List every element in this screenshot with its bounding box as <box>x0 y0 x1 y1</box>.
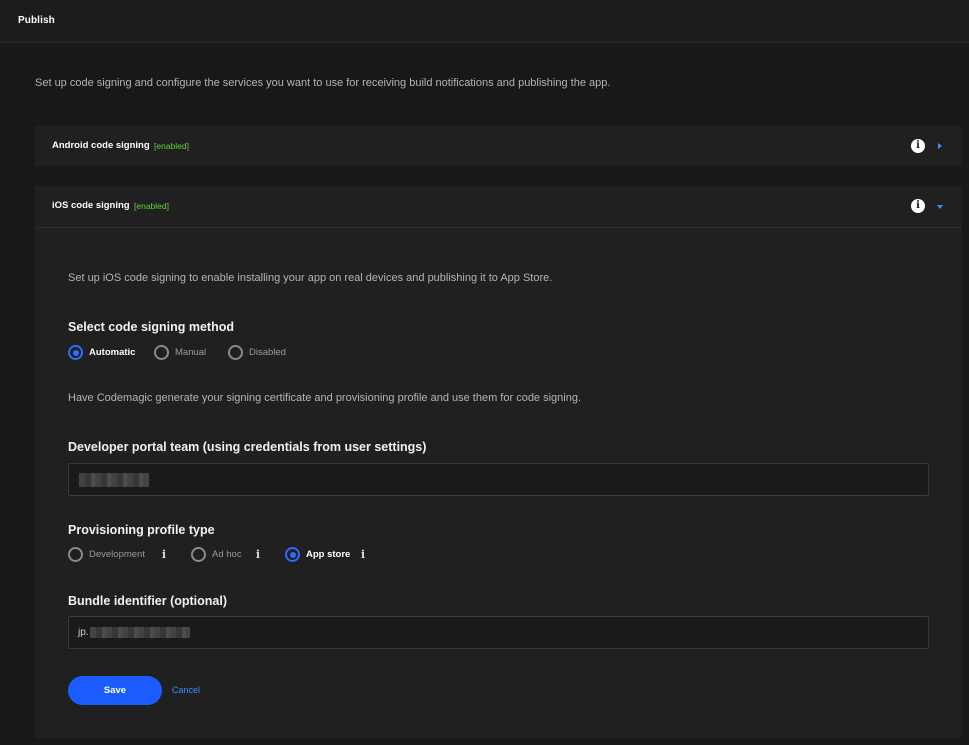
page-title: Publish <box>18 15 55 26</box>
signing-method-label: Select code signing method <box>68 320 234 334</box>
radio-button-icon <box>154 345 169 360</box>
ios-card-header[interactable]: iOS code signing [enabled] i <box>35 186 962 228</box>
radio-button-icon <box>191 547 206 562</box>
developer-team-select[interactable] <box>68 463 929 496</box>
profile-type-label: Provisioning profile type <box>68 523 215 537</box>
info-icon[interactable]: i <box>253 547 263 563</box>
radio-label: Automatic <box>89 347 136 358</box>
chevron-right-icon[interactable] <box>938 143 942 149</box>
radio-button-icon <box>285 547 300 562</box>
info-icon[interactable]: i <box>911 139 925 153</box>
radio-label: Disabled <box>249 347 286 358</box>
redacted-value <box>90 627 190 638</box>
bundle-identifier-input[interactable]: jp. <box>68 616 929 649</box>
radio-label: App store <box>306 549 351 560</box>
radio-button-icon <box>228 345 243 360</box>
redacted-value <box>79 473 149 487</box>
ios-enabled-badge: [enabled] <box>134 201 169 211</box>
ios-code-signing-card: iOS code signing [enabled] i Set up iOS … <box>35 186 962 738</box>
bundle-label: Bundle identifier (optional) <box>68 594 228 608</box>
profile-type-radio-group: Development i Ad hoc i App store i <box>68 547 388 563</box>
team-label: Developer portal team (using credentials… <box>68 440 427 454</box>
chevron-down-icon[interactable] <box>937 205 943 209</box>
info-icon[interactable]: i <box>159 547 169 563</box>
radio-label: Ad hoc <box>212 549 242 560</box>
save-button[interactable]: Save <box>68 676 162 705</box>
info-icon[interactable]: i <box>358 547 368 563</box>
radio-label: Manual <box>175 347 207 358</box>
method-description: Have Codemagic generate your signing cer… <box>68 392 582 404</box>
radio-label: Development <box>89 549 145 560</box>
radio-button-icon <box>68 345 83 360</box>
ios-description: Set up iOS code signing to enable instal… <box>68 272 553 284</box>
radio-button-icon <box>68 547 83 562</box>
bundle-prefix: jp. <box>78 627 89 638</box>
android-card-header[interactable]: Android code signing [enabled] i <box>35 126 962 166</box>
signing-method-radio-group: Automatic Manual Disabled <box>68 345 368 361</box>
ios-card-title: iOS code signing <box>52 200 130 211</box>
android-code-signing-card[interactable]: Android code signing [enabled] i <box>35 126 962 166</box>
android-enabled-badge: [enabled] <box>154 141 189 151</box>
top-bar: Publish <box>0 0 969 43</box>
info-icon[interactable]: i <box>911 199 925 213</box>
cancel-link[interactable]: Cancel <box>172 685 200 695</box>
intro-text: Set up code signing and configure the se… <box>35 77 611 89</box>
android-card-title: Android code signing <box>52 140 150 151</box>
